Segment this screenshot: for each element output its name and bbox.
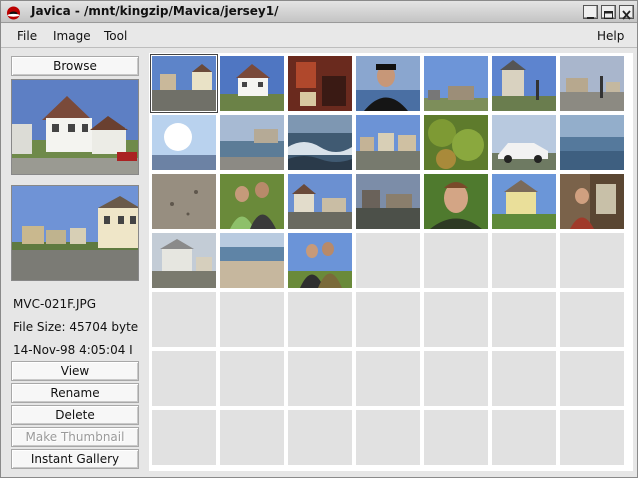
rename-button[interactable]: Rename (11, 383, 139, 403)
menu-file[interactable]: File (17, 29, 37, 43)
delete-button[interactable]: Delete (11, 405, 139, 425)
empty-thumbnail-slot (219, 291, 285, 348)
empty-thumbnail-slot (423, 409, 489, 466)
thumbnail-people-indoor[interactable] (559, 173, 625, 230)
thumbnail-houses-street[interactable] (287, 173, 353, 230)
thumbnail-beach-shore[interactable] (219, 232, 285, 289)
thumbnail-green-trees[interactable] (423, 114, 489, 171)
minimize-button[interactable] (583, 5, 598, 19)
thumbnail-street-houses[interactable] (151, 55, 217, 112)
thumbnail-couple-outdoor[interactable] (287, 232, 353, 289)
window-title: Javica - /mnt/kingzip/Mavica/jersey1/ (31, 4, 279, 18)
file-date-label: 14-Nov-98 4:05:04 I (13, 343, 133, 357)
thumbnail-couple-portrait[interactable] (219, 173, 285, 230)
empty-thumbnail-slot (219, 409, 285, 466)
empty-thumbnail-slot (559, 232, 625, 289)
maximize-icon (604, 11, 613, 19)
thumbnail-lamp-street[interactable] (559, 55, 625, 112)
thumbnail-sun-glare[interactable] (151, 114, 217, 171)
file-name-label: MVC-021F.JPG (13, 297, 97, 311)
redhat-logo-icon (6, 5, 21, 20)
title-bar[interactable]: Javica - /mnt/kingzip/Mavica/jersey1/ (1, 1, 637, 23)
thumbnail-yellow-house[interactable] (491, 173, 557, 230)
thumbnail-beach-boardwalk[interactable] (219, 114, 285, 171)
app-window: Javica - /mnt/kingzip/Mavica/jersey1/ Fi… (0, 0, 638, 478)
empty-thumbnail-slot (355, 409, 421, 466)
thumbnail-man-closeup[interactable] (423, 173, 489, 230)
empty-thumbnail-slot (491, 232, 557, 289)
thumbnail-grid (149, 53, 633, 471)
preview-image-large (11, 79, 139, 175)
thumbnail-house-street[interactable] (491, 55, 557, 112)
close-button[interactable] (619, 5, 634, 20)
browse-button[interactable]: Browse (11, 56, 139, 76)
file-size-label: File Size: 45704 byte (13, 320, 139, 334)
empty-thumbnail-slot (559, 291, 625, 348)
thumbnail-ocean-waves[interactable] (287, 114, 353, 171)
menu-tool[interactable]: Tool (104, 29, 127, 43)
empty-thumbnail-slot (355, 232, 421, 289)
empty-thumbnail-slot (423, 350, 489, 407)
empty-thumbnail-slot (355, 350, 421, 407)
make-thumbnail-button[interactable]: Make Thumbnail (11, 427, 139, 447)
empty-thumbnail-slot (151, 409, 217, 466)
instant-gallery-button[interactable]: Instant Gallery (11, 449, 139, 469)
preview-image-small (11, 185, 139, 281)
close-icon (622, 10, 631, 20)
thumbnail-sky-building[interactable] (423, 55, 489, 112)
empty-thumbnail-slot (423, 232, 489, 289)
thumbnail-ocean-water[interactable] (559, 114, 625, 171)
empty-thumbnail-slot (491, 291, 557, 348)
empty-thumbnail-slot (423, 291, 489, 348)
empty-thumbnail-slot (491, 409, 557, 466)
minimize-icon (587, 17, 594, 19)
empty-thumbnail-slot (287, 291, 353, 348)
thumbnail-row-houses[interactable] (355, 114, 421, 171)
thumbnail-grey-house[interactable] (151, 232, 217, 289)
thumbnail-white-car[interactable] (491, 114, 557, 171)
thumbnail-dark-houses[interactable] (355, 173, 421, 230)
menu-bar: File Image Tool Help (1, 24, 637, 48)
menu-image[interactable]: Image (53, 29, 91, 43)
empty-thumbnail-slot (287, 409, 353, 466)
thumbnail-interior-room[interactable] (287, 55, 353, 112)
thumbnail-man-portrait[interactable] (355, 55, 421, 112)
empty-thumbnail-slot (559, 409, 625, 466)
thumbnail-white-house[interactable] (219, 55, 285, 112)
empty-thumbnail-slot (491, 350, 557, 407)
empty-thumbnail-slot (287, 350, 353, 407)
menu-help[interactable]: Help (597, 29, 624, 43)
thumbnail-sand-closeup[interactable] (151, 173, 217, 230)
empty-thumbnail-slot (219, 350, 285, 407)
view-button[interactable]: View (11, 361, 139, 381)
empty-thumbnail-slot (151, 291, 217, 348)
empty-thumbnail-slot (355, 291, 421, 348)
empty-thumbnail-slot (151, 350, 217, 407)
maximize-button[interactable] (601, 5, 616, 19)
empty-thumbnail-slot (559, 350, 625, 407)
